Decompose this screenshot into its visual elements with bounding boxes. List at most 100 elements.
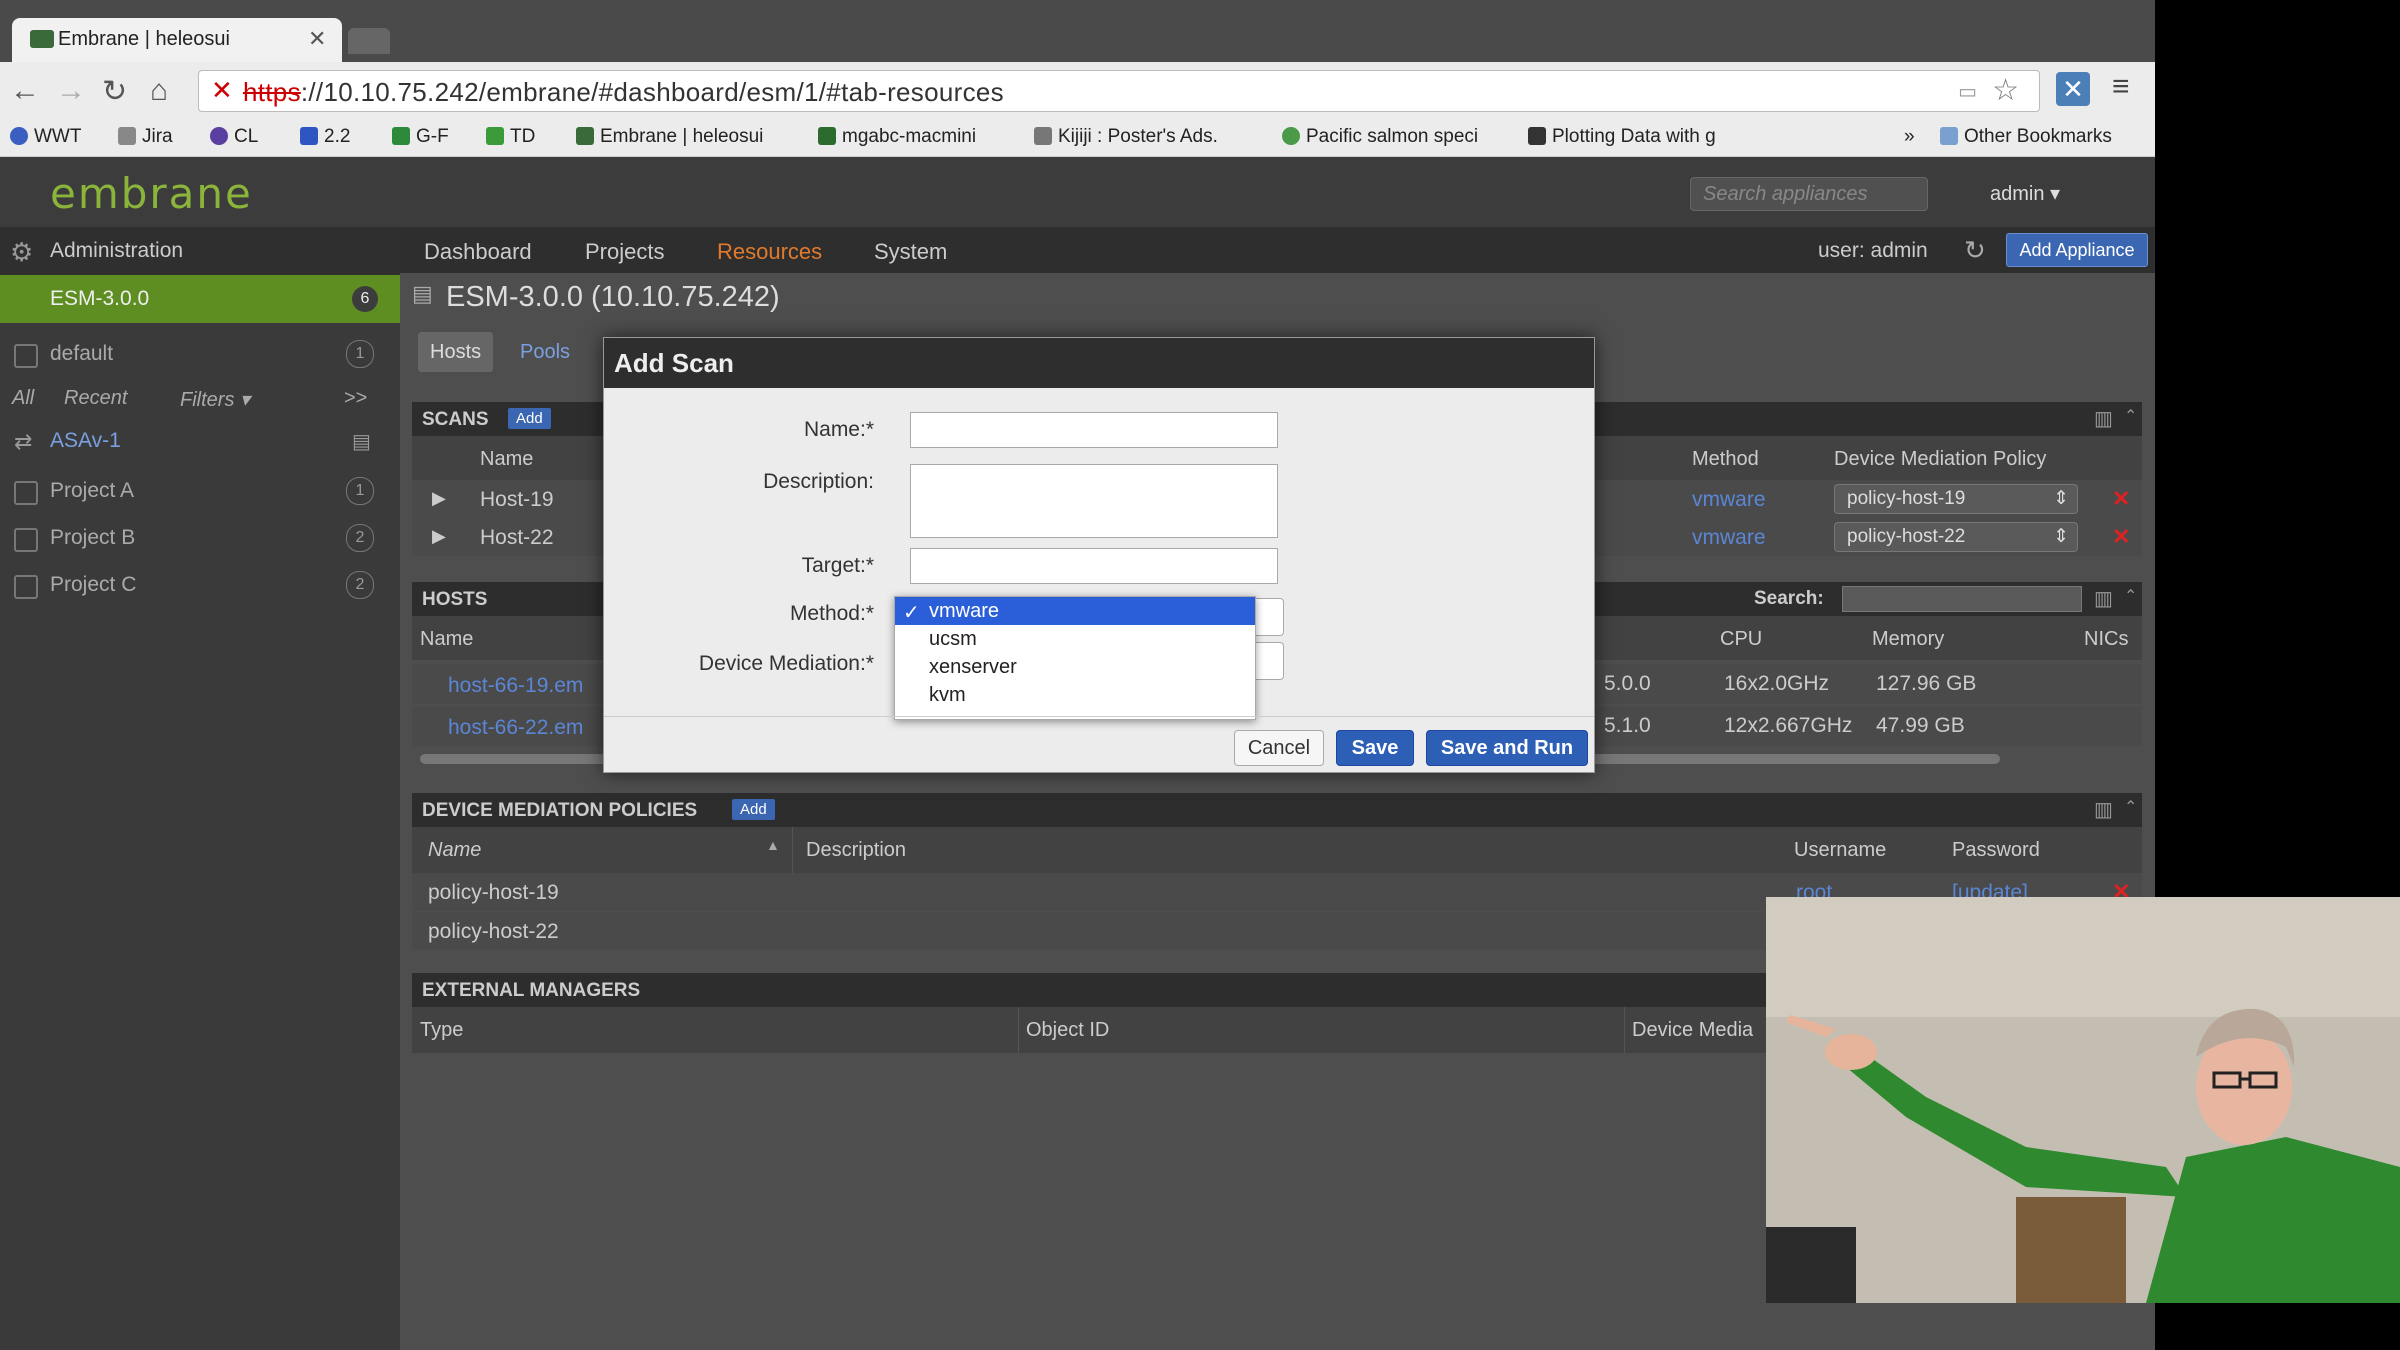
dialog-title: Add Scan bbox=[614, 348, 734, 378]
sidebar-administration[interactable]: ⚙ Administration bbox=[0, 227, 400, 275]
columns-icon[interactable]: ▥ bbox=[2094, 406, 2113, 431]
expand-sidebar[interactable]: >> bbox=[344, 387, 367, 410]
sort-asc-icon[interactable]: ▲ bbox=[766, 837, 780, 853]
page-action-icon[interactable]: ▭ bbox=[1958, 79, 1977, 104]
add-scan-button[interactable]: Add bbox=[508, 408, 551, 429]
description-textarea[interactable] bbox=[910, 464, 1278, 538]
filter-all[interactable]: All bbox=[12, 387, 34, 410]
cancel-button[interactable]: Cancel bbox=[1234, 730, 1324, 766]
refresh-icon[interactable]: ↻ bbox=[1964, 235, 1986, 266]
add-appliance-button[interactable]: Add Appliance bbox=[2006, 233, 2148, 267]
nav-system[interactable]: System bbox=[874, 239, 947, 265]
count-badge: 6 bbox=[352, 286, 378, 312]
top-nav: Dashboard Projects Resources System user… bbox=[400, 227, 2155, 273]
count-badge: 1 bbox=[346, 340, 374, 368]
add-policy-button[interactable]: Add bbox=[732, 799, 775, 820]
server-icon: ▤ bbox=[352, 431, 371, 453]
sidebar-item-project-a[interactable]: Project A 1 bbox=[0, 469, 400, 515]
delete-icon[interactable]: ✕ bbox=[2112, 486, 2130, 512]
bookmark-item[interactable]: G-F bbox=[392, 126, 449, 148]
add-scan-dialog: Add Scan Name:* Description: Target:* Me… bbox=[603, 337, 1595, 773]
bookmark-item[interactable]: CL bbox=[210, 126, 258, 148]
page-title: ESM-3.0.0 (10.10.75.242) bbox=[446, 281, 780, 313]
sidebar: ⚙ Administration ESM-3.0.0 6 default 1 A… bbox=[0, 227, 400, 1350]
policy-select[interactable]: policy-host-22 ⇕ bbox=[1834, 522, 2078, 552]
sidebar-item-asav[interactable]: ⇄ ASAv-1 ▤ bbox=[0, 419, 400, 465]
sidebar-item-default[interactable]: default 1 bbox=[0, 332, 400, 378]
current-user: user: admin bbox=[1818, 239, 1928, 262]
project-icon bbox=[14, 528, 38, 552]
new-tab-button[interactable] bbox=[348, 28, 390, 54]
policy-select[interactable]: policy-host-19 ⇕ bbox=[1834, 484, 2078, 514]
insecure-lock-icon: ✕ bbox=[211, 75, 233, 105]
bookmark-item[interactable]: Plotting Data with g bbox=[1528, 126, 1716, 148]
browser-tab[interactable]: Embrane | heleosui ✕ bbox=[12, 18, 342, 62]
address-bar[interactable]: ✕ https://10.10.75.242/embrane/#dashboar… bbox=[198, 70, 2040, 112]
count-badge: 2 bbox=[346, 524, 374, 552]
bookmark-item[interactable]: 2.2 bbox=[300, 126, 350, 148]
bookmark-item[interactable]: Pacific salmon speci bbox=[1282, 126, 1478, 148]
admin-dropdown[interactable]: admin ▾ bbox=[1990, 181, 2060, 206]
bookmark-star-icon[interactable]: ☆ bbox=[1992, 73, 2019, 108]
appliance-search[interactable] bbox=[1690, 177, 1928, 211]
collapse-icon[interactable]: ⌃ bbox=[2124, 406, 2137, 426]
bookmarks-bar: WWT Jira CL 2.2 G-F TD Embrane | heleosu… bbox=[0, 120, 2155, 157]
dmp-section-header: DEVICE MEDIATION POLICIES Add ▥ ⌃ bbox=[412, 793, 2142, 827]
presenter-image bbox=[1766, 897, 2400, 1303]
bookmark-item[interactable]: Jira bbox=[118, 126, 173, 148]
url-text[interactable]: https://10.10.75.242/embrane/#dashboard/… bbox=[243, 77, 1004, 108]
nav-projects[interactable]: Projects bbox=[585, 239, 664, 265]
back-icon[interactable]: ← bbox=[10, 74, 40, 108]
save-and-run-button[interactable]: Save and Run bbox=[1426, 730, 1588, 766]
bookmark-item[interactable]: TD bbox=[486, 126, 535, 148]
hosts-search-input[interactable] bbox=[1842, 586, 2082, 612]
tab-close-icon[interactable]: ✕ bbox=[308, 26, 326, 52]
expand-icon[interactable]: ▶ bbox=[432, 526, 446, 547]
target-input[interactable] bbox=[910, 548, 1278, 584]
sidebar-item-project-c[interactable]: Project C 2 bbox=[0, 563, 400, 609]
appliance-icon: ▤ bbox=[412, 281, 433, 306]
sidebar-filters: All Recent Filters ▾ >> bbox=[0, 379, 400, 419]
method-label: Method:* bbox=[789, 602, 874, 625]
method-option-ucsm[interactable]: ucsm bbox=[895, 625, 1255, 653]
browser-menu-icon[interactable]: ≡ bbox=[2112, 70, 2130, 104]
nav-dashboard[interactable]: Dashboard bbox=[424, 239, 532, 265]
save-button[interactable]: Save bbox=[1336, 730, 1414, 766]
method-dropdown-list: ✓ vmware ucsm xenserver kvm bbox=[894, 596, 1256, 720]
columns-icon[interactable]: ▥ bbox=[2094, 797, 2113, 822]
reload-icon[interactable]: ↻ bbox=[102, 74, 127, 109]
toolbar: ← → ↻ ⌂ ✕ https://10.10.75.242/embrane/#… bbox=[0, 62, 2155, 120]
bookmarks-overflow[interactable]: » bbox=[1904, 126, 1915, 148]
bookmark-item[interactable]: WWT bbox=[10, 126, 81, 148]
sidebar-item-esm[interactable]: ESM-3.0.0 6 bbox=[0, 275, 400, 323]
count-badge: 2 bbox=[346, 571, 374, 599]
extension-icon[interactable]: ✕ bbox=[2056, 72, 2090, 106]
columns-icon[interactable]: ▥ bbox=[2094, 586, 2113, 611]
tab-hosts[interactable]: Hosts bbox=[418, 332, 494, 372]
tab-favicon-icon bbox=[30, 30, 54, 48]
collapse-icon[interactable]: ⌃ bbox=[2124, 797, 2137, 817]
name-input[interactable] bbox=[910, 412, 1278, 448]
bookmark-item[interactable]: Kijiji : Poster's Ads. bbox=[1034, 126, 1218, 148]
collapse-icon[interactable]: ⌃ bbox=[2124, 586, 2137, 606]
delete-icon[interactable]: ✕ bbox=[2112, 524, 2130, 550]
appliance-search-input[interactable] bbox=[1701, 182, 1925, 207]
nav-resources[interactable]: Resources bbox=[717, 239, 822, 265]
sidebar-item-project-b[interactable]: Project B 2 bbox=[0, 516, 400, 562]
method-option-vmware[interactable]: ✓ vmware bbox=[895, 597, 1255, 625]
expand-icon[interactable]: ▶ bbox=[432, 488, 446, 509]
method-option-xenserver[interactable]: xenserver bbox=[895, 653, 1255, 681]
tab-pools[interactable]: Pools bbox=[508, 332, 582, 372]
gear-icon: ⚙ bbox=[10, 237, 34, 267]
forward-icon[interactable]: → bbox=[56, 74, 86, 108]
dmp-table-header: Name ▲ Description Username Password bbox=[412, 827, 2142, 873]
filter-recent[interactable]: Recent bbox=[64, 387, 127, 410]
app-logo: embrane bbox=[50, 169, 253, 218]
filters-dropdown[interactable]: Filters ▾ bbox=[180, 387, 250, 412]
bookmark-item[interactable]: Embrane | heleosui bbox=[576, 126, 763, 148]
project-icon bbox=[14, 481, 38, 505]
bookmark-item[interactable]: mgabc-macmini bbox=[818, 126, 976, 148]
method-option-kvm[interactable]: kvm bbox=[895, 681, 1255, 709]
other-bookmarks[interactable]: Other Bookmarks bbox=[1940, 126, 2112, 148]
home-icon[interactable]: ⌂ bbox=[150, 74, 168, 108]
